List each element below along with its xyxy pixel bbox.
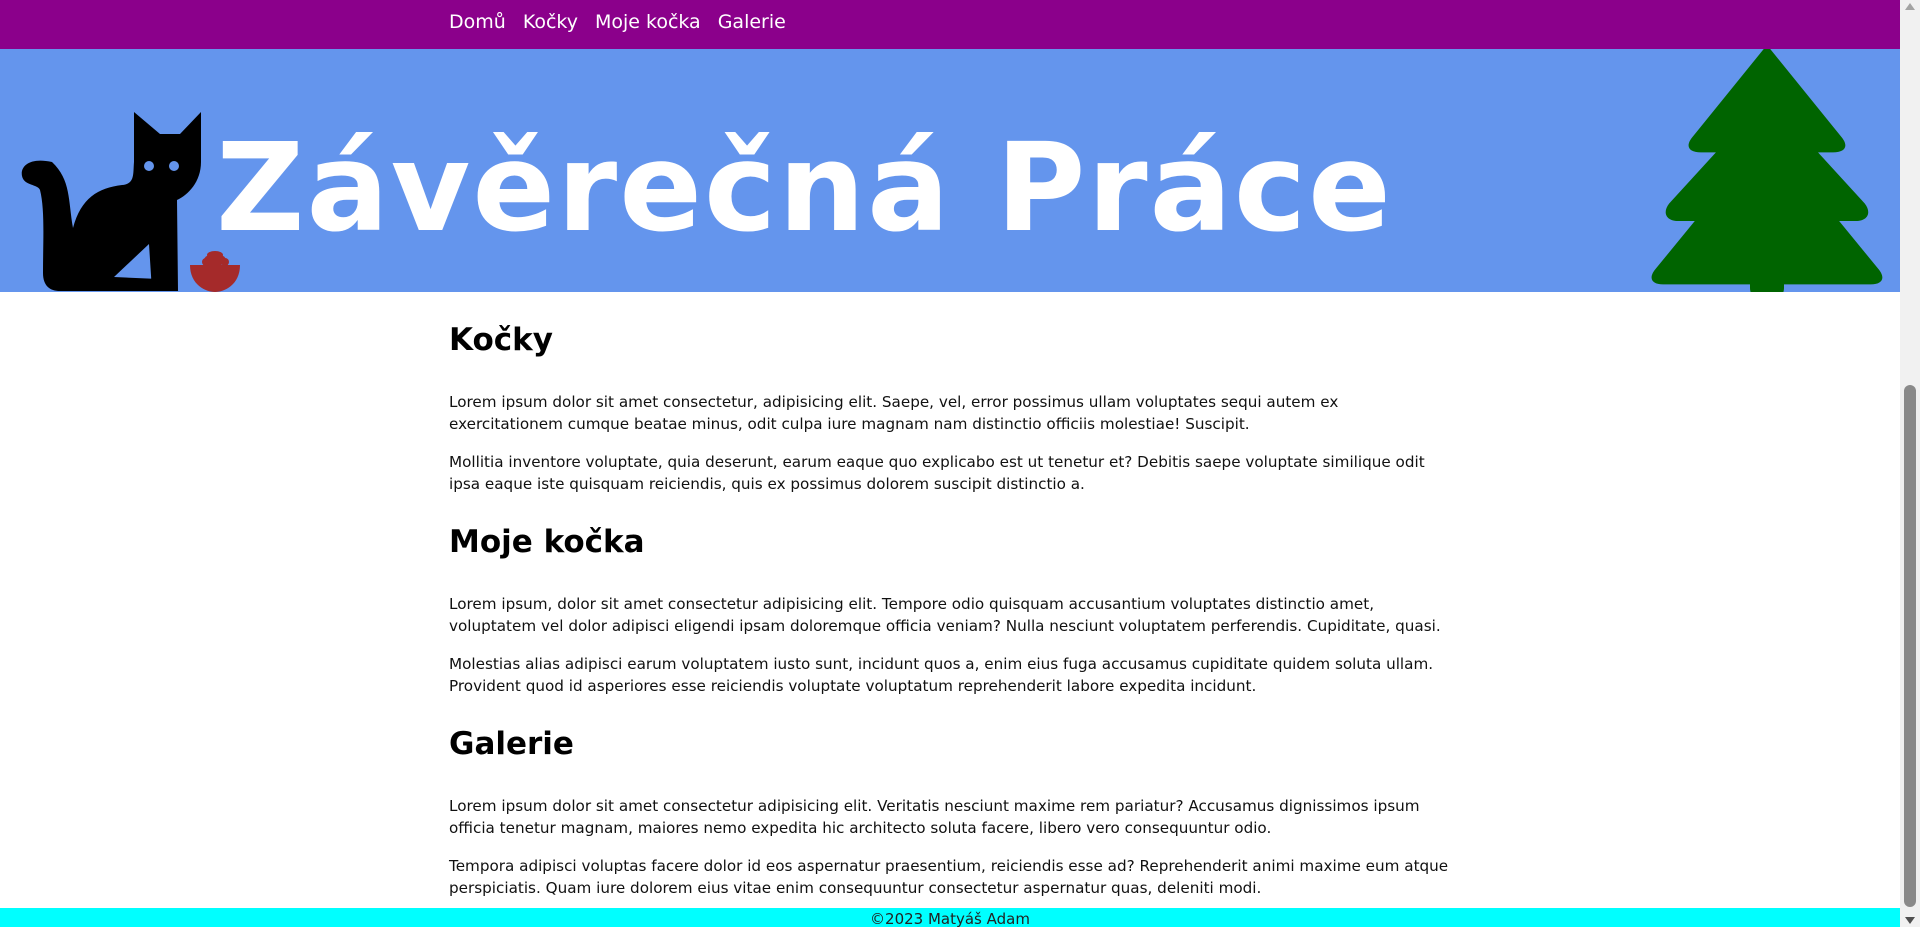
- section-kocky: Kočky Lorem ipsum dolor sit amet consect…: [449, 320, 1454, 495]
- section-paragraph: Molestias alias adipisci earum voluptate…: [449, 655, 1434, 695]
- nav-link-domu[interactable]: Domů: [449, 11, 506, 33]
- top-navigation: Domů Kočky Moje kočka Galerie: [0, 0, 1900, 49]
- scroll-up-arrow-icon[interactable]: [1905, 3, 1915, 10]
- section-heading: Moje kočka: [449, 524, 645, 560]
- nav-link-moje-kocka[interactable]: Moje kočka: [595, 11, 701, 33]
- section-heading: Galerie: [449, 726, 574, 762]
- page-footer: ©2023 Matyáš Adam: [0, 908, 1900, 927]
- hero-banner: Závěrečná Práce: [0, 49, 1900, 292]
- nav-link-kocky[interactable]: Kočky: [523, 11, 578, 33]
- section-paragraph: Lorem ipsum dolor sit amet consectetur a…: [449, 797, 1420, 837]
- nav-link-galerie[interactable]: Galerie: [718, 11, 786, 33]
- section-paragraph: Lorem ipsum, dolor sit amet consectetur …: [449, 595, 1441, 635]
- pine-tree-icon: [1651, 49, 1883, 292]
- scroll-down-arrow-icon[interactable]: [1905, 917, 1915, 924]
- section-paragraph: Lorem ipsum dolor sit amet consectetur, …: [449, 393, 1339, 433]
- footer-copyright: ©2023 Matyáš Adam: [870, 910, 1030, 927]
- cat-with-food-bowl-icon: [21, 112, 240, 292]
- vertical-scrollbar[interactable]: [1900, 0, 1920, 927]
- page-title: Závěrečná Práce: [216, 117, 1393, 259]
- section-galerie: Galerie Lorem ipsum dolor sit amet conse…: [449, 724, 1454, 899]
- section-paragraph: Tempora adipisci voluptas facere dolor i…: [449, 857, 1449, 897]
- scrollbar-thumb[interactable]: [1904, 385, 1916, 907]
- nav-links: Domů Kočky Moje kočka Galerie: [449, 11, 786, 33]
- section-heading: Kočky: [449, 322, 553, 358]
- section-paragraph: Mollitia inventore voluptate, quia deser…: [449, 453, 1425, 493]
- main-content: Kočky Lorem ipsum dolor sit amet consect…: [449, 320, 1454, 915]
- section-moje-kocka: Moje kočka Lorem ipsum, dolor sit amet c…: [449, 522, 1454, 697]
